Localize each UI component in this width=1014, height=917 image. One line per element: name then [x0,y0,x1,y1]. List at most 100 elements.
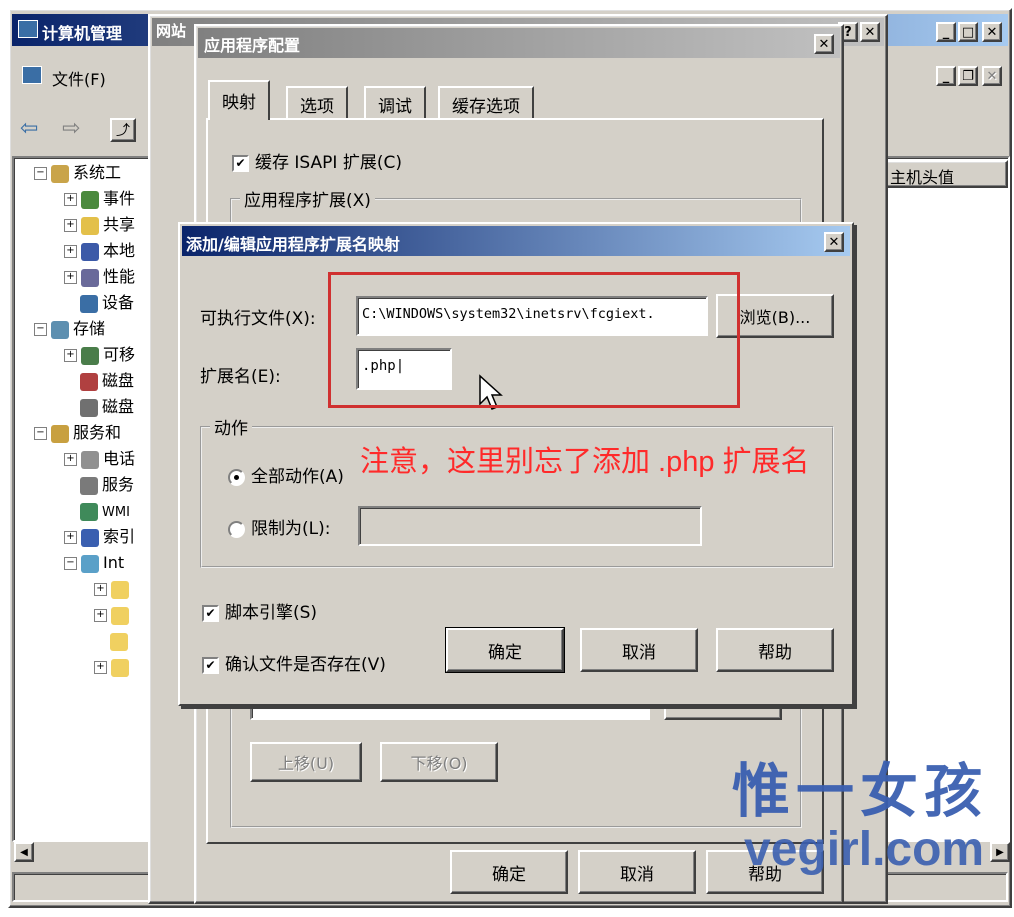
edit-help-button[interactable]: 帮助 [716,628,834,672]
executable-label: 可执行文件(X): [200,309,316,329]
expand-icon[interactable]: + [64,245,77,258]
services-apps-icon [51,424,69,443]
mmc-title: 计算机管理 [42,24,123,43]
tree-item[interactable]: + 共享 [64,212,135,238]
tab-cache-options[interactable]: 缓存选项 [438,86,534,118]
expand-icon[interactable]: + [64,219,77,232]
tree-item[interactable]: + [94,654,133,680]
tree-item[interactable] [110,628,132,654]
collapse-icon[interactable]: − [34,323,47,336]
tree-item[interactable]: + 事件 [64,186,135,212]
expand-icon[interactable]: + [94,583,107,596]
folder-icon [111,580,129,599]
edit-ok-button[interactable]: 确定 [445,627,565,673]
tree-item[interactable]: + 电话 [64,446,135,472]
scroll-left-button[interactable]: ◀ [14,842,34,862]
expand-icon[interactable]: + [64,453,77,466]
tree-item[interactable]: + 可移 [64,342,135,368]
all-verbs-radio[interactable] [228,468,245,486]
menu-file[interactable]: 文件(F) [52,66,106,90]
site-close-button[interactable]: ✕ [860,22,880,42]
expand-icon[interactable]: + [64,271,77,284]
tools-icon [51,164,69,183]
site-dialog-title: 网站 [156,22,187,40]
tree-item[interactable]: + [94,576,133,602]
event-viewer-icon [81,190,99,209]
edit-mapping-title: 添加/编辑应用程序扩展名映射 [186,235,400,254]
mmc-minimize-button[interactable]: _ [936,22,956,42]
mmc-close-button[interactable]: ✕ [982,22,1002,42]
all-verbs-row[interactable]: 全部动作(A) [228,462,344,487]
verify-file-row[interactable]: ✔ 确认文件是否存在(V) [202,650,386,675]
expand-icon[interactable]: + [94,661,107,674]
verbs-group-label: 动作 [210,414,252,439]
move-up-button[interactable]: 上移(U) [250,742,362,782]
child-minimize-button[interactable]: _ [936,66,956,86]
folder-icon [110,632,128,651]
expand-icon[interactable]: + [94,609,107,622]
child-close-button[interactable]: ✕ [982,66,1002,86]
script-engine-checkbox[interactable]: ✔ [202,604,219,622]
services-icon [80,476,98,495]
tree-item[interactable]: 设备 [80,290,134,316]
app-config-cancel-button[interactable]: 取消 [578,850,696,894]
telephony-icon [81,450,99,469]
tree-item[interactable]: + 索引 [64,524,135,550]
move-down-button[interactable]: 下移(O) [380,742,498,782]
verify-file-checkbox[interactable]: ✔ [202,656,219,674]
limit-to-radio[interactable] [228,520,245,538]
details-pane [880,156,1010,842]
extension-label: 扩展名(E): [200,367,281,387]
tree-item[interactable]: − 系统工 [34,160,121,186]
back-arrow-icon[interactable]: ⇦ [20,116,38,141]
wmi-icon [80,502,98,521]
child-restore-button[interactable]: ❐ [958,66,978,86]
app-config-ok-button[interactable]: 确定 [450,850,568,894]
expand-icon[interactable]: + [64,531,77,544]
collapse-icon[interactable]: − [34,427,47,440]
up-folder-icon[interactable]: ⤴ [110,118,136,142]
tree-item[interactable]: − 服务和 [34,420,121,446]
highlight-box [328,272,740,408]
iis-icon [81,554,99,573]
mmc-app-icon [18,20,38,38]
folder-icon [111,606,129,625]
edit-mapping-close-button[interactable]: ✕ [824,232,844,252]
expand-icon[interactable]: + [64,193,77,206]
disk-management-icon [80,398,98,417]
tree-item[interactable]: 磁盘 [80,394,134,420]
tree-item[interactable]: + 本地 [64,238,135,264]
folder-icon [111,658,129,677]
tree-item[interactable]: − 存储 [34,316,105,342]
expand-icon[interactable]: + [64,349,77,362]
tree-item[interactable]: WMI [80,498,130,526]
cache-isapi-row[interactable]: ✔ 缓存 ISAPI 扩展(C) [232,148,402,173]
collapse-icon[interactable]: − [34,167,47,180]
limit-to-input[interactable] [358,506,702,546]
tree-item[interactable]: + 性能 [64,264,135,290]
extensions-group-label: 应用程序扩展(X) [240,186,375,211]
edit-cancel-button[interactable]: 取消 [580,628,698,672]
defrag-icon [80,372,98,391]
cache-isapi-checkbox[interactable]: ✔ [232,154,249,172]
app-config-close-button[interactable]: ✕ [814,34,834,54]
tab-options[interactable]: 选项 [286,86,348,118]
column-header-host[interactable]: 主机头值 [884,160,1008,188]
storage-icon [51,320,69,339]
mmc-maximize-button[interactable]: □ [958,22,978,42]
script-engine-row[interactable]: ✔ 脚本引擎(S) [202,598,317,623]
tab-debugging[interactable]: 调试 [364,86,426,118]
tree-item[interactable]: 磁盘 [80,368,134,394]
annotation-text: 注意，这里别忘了添加 .php 扩展名 [360,446,810,478]
collapse-icon[interactable]: − [64,557,77,570]
tree-item[interactable]: − Int [64,550,124,576]
tab-mapping[interactable]: 映射 [208,80,270,120]
mmc-menu-icon [22,66,42,84]
app-config-title: 应用程序配置 [204,36,301,55]
performance-icon [81,268,99,287]
tree-item[interactable]: 服务 [80,472,134,498]
tree-item[interactable]: + [94,602,133,628]
limit-to-row[interactable]: 限制为(L): [228,514,330,539]
forward-arrow-icon[interactable]: ⇨ [62,116,80,141]
scroll-right-button[interactable]: ▶ [990,842,1010,862]
